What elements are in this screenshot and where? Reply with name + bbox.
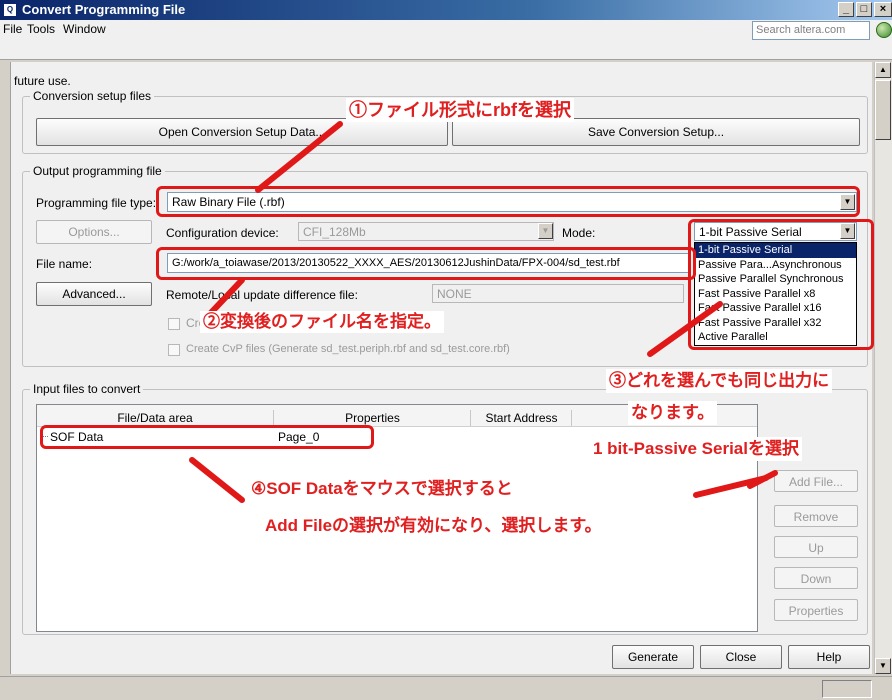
- annotation-arrow-3: [647, 301, 723, 357]
- annotation-3-line1: ③どれを選んでも同じ出力に: [606, 369, 833, 393]
- annotation-arrow-4a: [189, 457, 245, 503]
- annotation-2-text: ②変換後のファイル名を指定。: [200, 311, 444, 333]
- annotation-3-line2: なります。: [628, 401, 718, 425]
- annotation-1-text: ①ファイル形式にrbfを選択: [346, 98, 574, 122]
- annotation-3-line3: 1 bit-Passive Serialを選択: [590, 437, 802, 461]
- annotation-4-line2: Add Fileの選択が有効になり、選択します。: [262, 514, 605, 538]
- annotation-arrow-1: [255, 121, 343, 193]
- annotation-4-line1: ④SOF Dataをマウスで選択すると: [248, 477, 516, 501]
